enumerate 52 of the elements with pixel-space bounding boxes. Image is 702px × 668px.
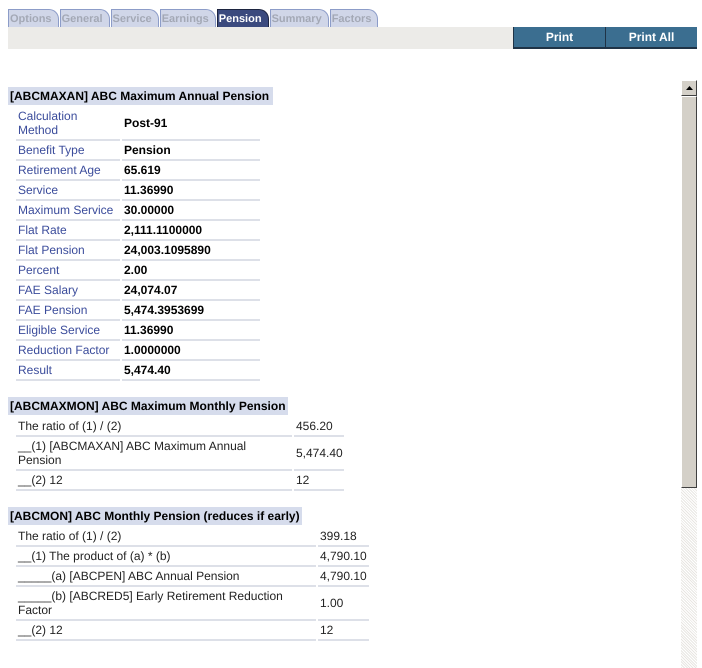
field-label: _____(b) [ABCRED5] Early Retirement Reduction Factor xyxy=(16,587,316,621)
field-value: 11.36990 xyxy=(122,321,260,341)
field-label: Service xyxy=(16,181,120,201)
print-button[interactable]: Print All xyxy=(605,27,697,49)
field-value: 1.00 xyxy=(318,587,369,621)
field-label: Maximum Service xyxy=(16,201,120,221)
field-value: 5,474.40 xyxy=(122,361,260,381)
field-label: The ratio of (1) / (2) xyxy=(16,417,292,437)
field-value: 24,003.1095890 xyxy=(122,241,260,261)
field-label: __(2) 12 xyxy=(16,621,316,641)
field-label: Result xyxy=(16,361,120,381)
field-value: 5,474.3953699 xyxy=(122,301,260,321)
field-value: 4,790.10 xyxy=(318,547,369,567)
field-label: FAE Pension xyxy=(16,301,120,321)
field-label: __(2) 12 xyxy=(16,471,292,491)
field-value: 65.619 xyxy=(122,161,260,181)
field-value: 30.00000 xyxy=(122,201,260,221)
scroll-up-button[interactable] xyxy=(681,80,697,96)
print-button[interactable]: Print xyxy=(513,27,605,49)
field-label: Calculation Method xyxy=(16,107,120,141)
field-label: The ratio of (1) / (2) xyxy=(16,527,316,547)
field-value: Pension xyxy=(122,141,260,161)
field-label: Retirement Age xyxy=(16,161,120,181)
field-value: 12 xyxy=(318,621,369,641)
field-value: 1.0000000 xyxy=(122,341,260,361)
section-header: [ABCMAXMON] ABC Maximum Monthly Pension xyxy=(8,397,288,415)
field-value: 2,111.1100000 xyxy=(122,221,260,241)
field-label: __(1) The product of (a) * (b) xyxy=(16,547,316,567)
up-arrow-icon xyxy=(686,86,692,90)
section-header: [ABCMON] ABC Monthly Pension (reduces if early) xyxy=(8,507,302,525)
scrollbar[interactable] xyxy=(681,80,697,668)
field-label: _____(a) [ABCPEN] ABC Annual Pension xyxy=(16,567,316,587)
tab[interactable]: Pension xyxy=(216,9,269,27)
field-label: Benefit Type xyxy=(16,141,120,161)
field-value: 2.00 xyxy=(122,261,260,281)
field-value: 24,074.07 xyxy=(122,281,260,301)
field-value: 11.36990 xyxy=(122,181,260,201)
section-header: [ABCMAXAN] ABC Maximum Annual Pension xyxy=(8,87,274,105)
field-label: Flat Rate xyxy=(16,221,120,241)
scroll-thumb[interactable] xyxy=(681,96,697,488)
field-value: Post-91 xyxy=(122,107,260,141)
field-label: __(1) [ABCMAXAN] ABC Maximum Annual Pension xyxy=(16,437,292,471)
field-label: Percent xyxy=(16,261,120,281)
field-value: 456.20 xyxy=(294,417,344,437)
field-label: Reduction Factor xyxy=(16,341,120,361)
field-label: FAE Salary xyxy=(16,281,120,301)
field-value: 5,474.40 xyxy=(294,437,344,471)
field-label: Eligible Service xyxy=(16,321,120,341)
field-value: 12 xyxy=(294,471,344,491)
field-label: Flat Pension xyxy=(16,241,120,261)
field-value: 4,790.10 xyxy=(318,567,369,587)
field-value: 399.18 xyxy=(318,527,369,547)
